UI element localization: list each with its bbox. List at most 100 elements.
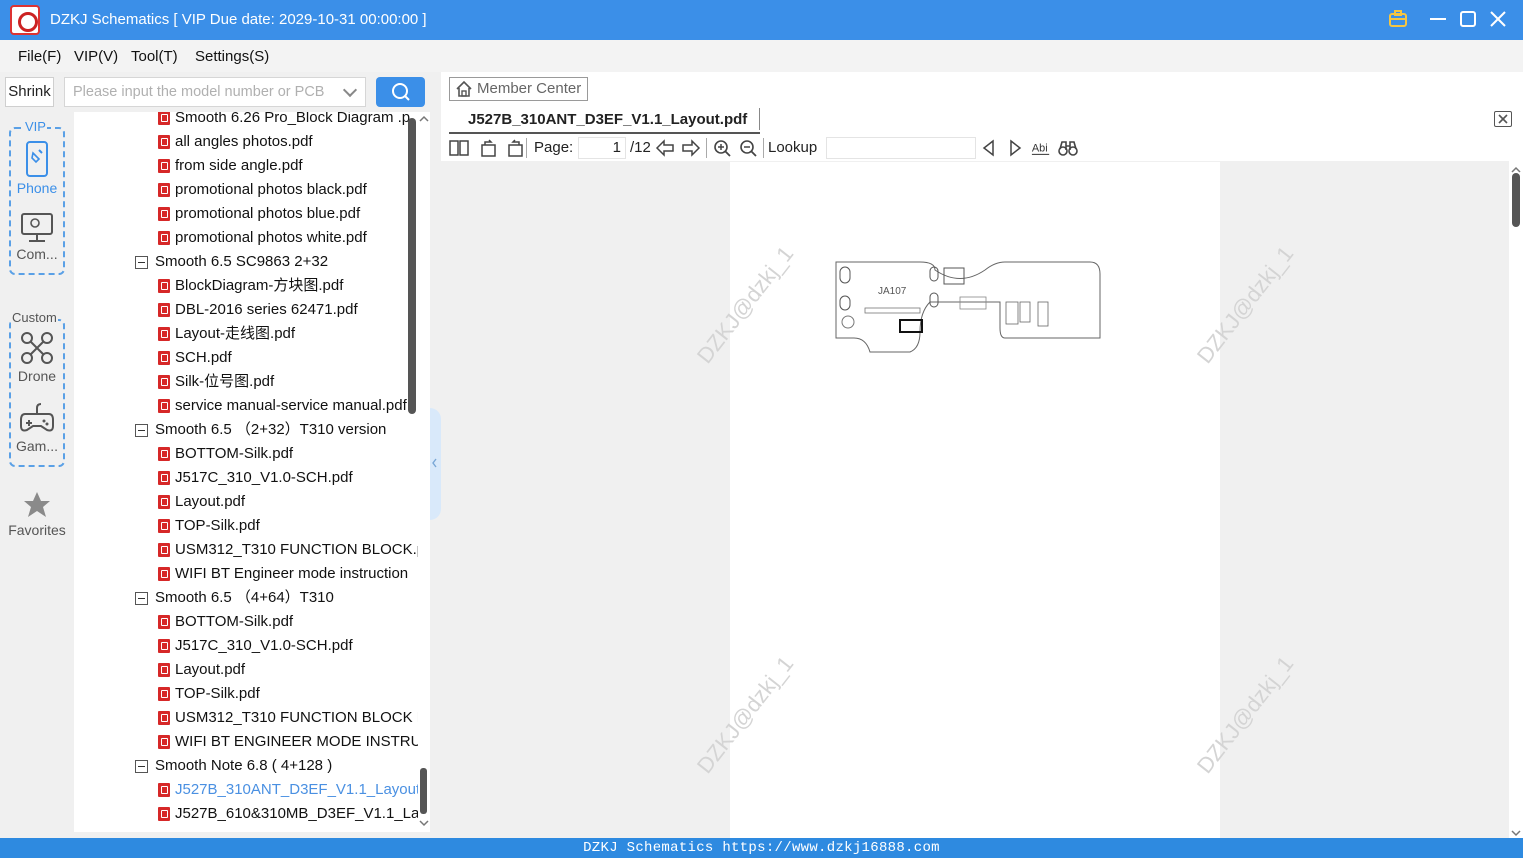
viewer-scrollbar[interactable]: [1509, 161, 1523, 838]
pdf-file-icon: [158, 303, 170, 317]
drone-icon: [21, 332, 53, 364]
pdf-file-icon: [158, 711, 170, 725]
shrink-button[interactable]: Shrink: [5, 77, 54, 107]
find-next-icon[interactable]: [1005, 139, 1025, 157]
tree-row-label: service manual-service manual.pdf: [175, 397, 407, 414]
tree-row-label: promotional photos black.pdf: [175, 181, 367, 198]
rotate-right-icon[interactable]: [479, 139, 499, 157]
two-page-view-icon[interactable]: [449, 139, 469, 157]
gamepad-icon: [20, 403, 54, 432]
computer-icon: [21, 213, 53, 242]
briefcase-icon[interactable]: [1386, 8, 1410, 32]
rotate-left-icon[interactable]: [505, 139, 525, 157]
menu-tool[interactable]: Tool(T): [131, 48, 178, 65]
menu-settings[interactable]: Settings(S): [195, 48, 269, 65]
category-sidebar: VIP Phone Com... Custom Drone Gam... Fav…: [0, 112, 74, 832]
tree-row-label: BOTTOM-Silk.pdf: [175, 613, 294, 630]
nav-phone-label: Phone: [16, 180, 58, 196]
match-case-icon[interactable]: Abi: [1031, 139, 1051, 157]
find-prev-icon[interactable]: [979, 139, 999, 157]
tree-row-label: BlockDiagram-方块图.pdf: [175, 277, 344, 294]
pdf-file-icon: [158, 351, 170, 365]
page-number-input[interactable]: 1: [578, 137, 626, 159]
tree-row-label: Silk-位号图.pdf: [175, 373, 275, 390]
collapse-icon[interactable]: [135, 760, 148, 773]
minimize-button[interactable]: [1426, 8, 1450, 32]
pdf-file-icon: [158, 447, 170, 461]
pdf-file-icon: [158, 687, 170, 701]
lookup-input[interactable]: [826, 137, 976, 159]
binoculars-icon[interactable]: [1058, 139, 1078, 157]
maximize-button[interactable]: [1456, 8, 1480, 32]
pdf-file-icon: [158, 615, 170, 629]
tree-row-label: TOP-Silk.pdf: [175, 685, 260, 702]
collapse-icon[interactable]: [135, 424, 148, 437]
pdf-file-icon: [158, 543, 170, 557]
pdf-file-icon: [158, 327, 170, 341]
zoom-out-icon[interactable]: [739, 139, 759, 157]
pdf-file-icon: [158, 519, 170, 533]
pdf-file-icon: [158, 399, 170, 413]
pdf-file-icon: [158, 375, 170, 389]
nav-drone[interactable]: Drone: [5, 330, 69, 384]
status-bar: DZKJ Schematics https://www.dzkj16888.co…: [0, 838, 1523, 858]
page-label: Page:: [534, 139, 574, 156]
menu-bar: File(F) VIP(V) Tool(T) Settings(S): [0, 40, 1523, 72]
toolbar-separator: [763, 138, 764, 158]
nav-computer[interactable]: Com...: [5, 212, 69, 262]
nav-favorites[interactable]: Favorites: [5, 490, 69, 538]
nav-phone[interactable]: Phone: [5, 140, 69, 196]
pdf-file-icon: [158, 567, 170, 581]
title-bar: DZKJ Schematics [ VIP Due date: 2029-10-…: [0, 0, 1523, 40]
tree-row-label: promotional photos blue.pdf: [175, 205, 361, 222]
tree-row-label: WIFI BT Engineer mode instruction: [175, 565, 409, 582]
tree-row-label: J527B_610&310MB_D3EF_V1.1_Lay: [175, 805, 418, 822]
svg-text:Abi: Abi: [1032, 143, 1048, 155]
vip-group-label: VIP: [24, 119, 47, 134]
menu-vip[interactable]: VIP(V): [74, 48, 118, 65]
next-page-icon[interactable]: [681, 139, 701, 157]
pdf-file-icon: [158, 207, 170, 221]
close-document-icon[interactable]: [1494, 111, 1512, 127]
pdf-file-icon: [158, 159, 170, 173]
tree-row-label: USM312_T310 FUNCTION BLOCK.p: [175, 541, 418, 558]
model-search-input[interactable]: [65, 78, 330, 106]
member-center-button[interactable]: Member Center: [449, 77, 588, 101]
toolbar-separator: [706, 138, 707, 158]
app-logo-icon: [10, 5, 40, 35]
pdf-file-icon: [158, 279, 170, 293]
pdf-file-icon: [158, 471, 170, 485]
tree-hscroll-thumb[interactable]: [408, 118, 416, 414]
panel-splitter[interactable]: [430, 408, 441, 520]
menu-file[interactable]: File(F): [18, 48, 61, 65]
viewer-scrollbar-track: [1511, 166, 1521, 837]
tree-row-label: DBL-2016 series 62471.pdf: [175, 301, 358, 318]
search-icon: [392, 83, 410, 101]
tree-row-label: Smooth 6.5 SC9863 2+32: [155, 253, 329, 270]
page-total: /12: [630, 139, 651, 156]
pdf-file-icon: [158, 663, 170, 677]
tree-row-label: promotional photos white.pdf: [175, 229, 367, 246]
pdf-toolbar: Page: 1 /12 Lookup Abi: [441, 135, 1523, 161]
pdf-file-icon: [158, 639, 170, 653]
zoom-in-icon[interactable]: [713, 139, 733, 157]
collapse-icon[interactable]: [135, 256, 148, 269]
tree-row-label: J517C_310_V1.0-SCH.pdf: [175, 469, 353, 486]
pdf-file-icon: [158, 112, 170, 125]
tree-scrollbar[interactable]: [418, 112, 430, 832]
search-button[interactable]: [376, 77, 425, 107]
home-icon: [456, 80, 472, 97]
close-button[interactable]: [1486, 8, 1510, 32]
nav-computer-label: Com...: [16, 246, 58, 262]
tree-row-label: USM312_T310 FUNCTION BLOCK D: [175, 709, 418, 726]
document-tab[interactable]: J527B_310ANT_D3EF_V1.1_Layout.pdf: [449, 107, 760, 134]
tree-row-label: Layout.pdf: [175, 493, 246, 510]
chevron-down-icon[interactable]: [342, 82, 358, 98]
tree-row-label: WIFI BT ENGINEER MODE INSTRUC: [175, 733, 418, 750]
member-center-label: Member Center: [477, 80, 582, 97]
nav-game[interactable]: Gam...: [5, 402, 69, 454]
prev-page-icon[interactable]: [655, 139, 675, 157]
tree-row-label: Smooth 6.5 （4+64）T310: [155, 589, 334, 606]
collapse-icon[interactable]: [135, 592, 148, 605]
nav-game-label: Gam...: [15, 438, 58, 454]
